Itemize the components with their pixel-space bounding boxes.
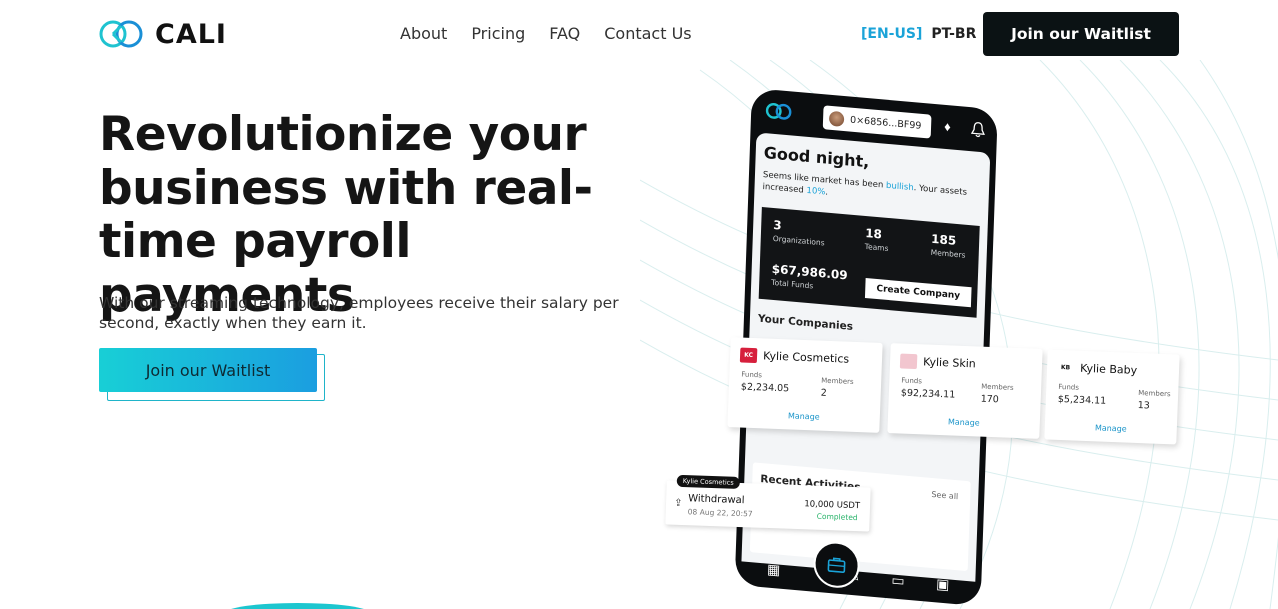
company-funds-label: Funds (741, 370, 763, 380)
see-all-link[interactable]: See all (931, 490, 958, 501)
activity-card[interactable]: Kylie Cosmetics ⇪ Withdrawal 08 Aug 22, … (665, 474, 871, 532)
app-logo-icon (765, 102, 792, 120)
stat-teams: 18 Teams (865, 226, 890, 253)
market-trend: bullish (885, 180, 914, 194)
activity-type: Withdrawal (688, 493, 745, 507)
company-funds-label: Funds (1058, 382, 1080, 392)
company-funds: $5,234.11 (1057, 393, 1107, 407)
manage-link[interactable]: Manage (1045, 421, 1177, 435)
card-icon[interactable]: ▣ (936, 575, 950, 593)
company-name: Kylie Baby (1079, 361, 1138, 377)
company-members-label: Members (981, 382, 1014, 392)
stats-panel: 3 Organizations 18 Teams 185 Members $67… (758, 206, 980, 318)
company-card[interactable]: KB Kylie Baby Funds $5,234.11 Members 13… (1044, 349, 1180, 445)
main-nav: About Pricing FAQ Contact Us (400, 24, 692, 43)
logo[interactable]: CALI (99, 18, 227, 50)
nav-pricing[interactable]: Pricing (471, 24, 525, 43)
company-card[interactable]: Kylie Skin Funds $92,234.11 Members 170 … (887, 343, 1043, 439)
teams-label: Teams (864, 241, 889, 253)
hero-waitlist-button[interactable]: Join our Waitlist (99, 348, 317, 392)
cali-logo-icon (99, 20, 143, 48)
company-funds: $2,234.05 (740, 381, 790, 395)
greeting: Good night, (763, 143, 870, 172)
company-name: Kylie Skin (922, 355, 976, 371)
lang-en-us[interactable]: [EN-US] (861, 26, 922, 42)
company-members: 2 (820, 387, 827, 399)
company-logo (899, 353, 918, 370)
company-members: 13 (1137, 399, 1150, 412)
hero-title: Revolutionize your business with real-ti… (99, 107, 593, 323)
members-label: Members (930, 247, 966, 260)
company-name: Kylie Cosmetics (762, 349, 850, 366)
decorative-arc (225, 603, 370, 609)
teams-count: 18 (864, 225, 883, 242)
wallet-address: 0×6856...BF99 (849, 114, 922, 132)
hero-cta: Join our Waitlist (99, 348, 325, 401)
stat-total-funds: $67,986.09 Total Funds (771, 262, 848, 294)
manage-link[interactable]: Manage (888, 415, 1040, 430)
stat-organizations: 3 Organizations (773, 218, 826, 247)
your-companies-title: Your Companies (757, 312, 854, 333)
avatar (828, 110, 845, 127)
market-end: . (825, 187, 829, 198)
wallet-address-chip[interactable]: 0×6856...BF99 (822, 105, 932, 139)
company-logo: KC (739, 347, 758, 364)
company-members: 170 (980, 393, 1000, 406)
company-logo: KB (1056, 359, 1075, 376)
members-count: 185 (930, 231, 957, 248)
stat-members: 185 Members (931, 232, 967, 260)
company-members-label: Members (821, 376, 854, 386)
hero-subtitle: With our streaming technology, employees… (99, 294, 619, 332)
header-waitlist-button[interactable]: Join our Waitlist (983, 12, 1179, 56)
language-switcher: [EN-US] PT-BR (861, 26, 976, 42)
company-funds: $92,234.11 (900, 387, 956, 401)
folder-icon[interactable]: ▭ (891, 571, 905, 589)
nav-about[interactable]: About (400, 24, 447, 43)
activity-status: Completed (816, 511, 858, 523)
manage-link[interactable]: Manage (728, 409, 880, 424)
market-percent: 10% (806, 185, 826, 198)
activity-date: 08 Aug 22, 20:57 (687, 507, 753, 519)
create-company-button[interactable]: Create Company (864, 278, 972, 308)
lang-pt-br[interactable]: PT-BR (931, 26, 976, 42)
company-funds-label: Funds (901, 376, 923, 386)
briefcase-icon (827, 557, 846, 574)
company-members-label: Members (1138, 389, 1171, 399)
bell-icon[interactable] (970, 121, 986, 138)
grid-icon[interactable]: ▦ (767, 560, 781, 578)
ethereum-icon[interactable]: ♦ (944, 119, 951, 135)
company-card[interactable]: KC Kylie Cosmetics Funds $2,234.05 Membe… (727, 337, 883, 433)
activity-amount: 10,000 USDT (804, 499, 861, 512)
withdraw-icon: ⇪ (673, 497, 683, 510)
nav-faq[interactable]: FAQ (549, 24, 580, 43)
market-message: Seems like market has been bullish. Your… (762, 169, 981, 212)
nav-contact[interactable]: Contact Us (604, 24, 691, 43)
activity-company-tag: Kylie Cosmetics (676, 474, 740, 489)
organizations-label: Organizations (772, 233, 825, 248)
brand-name: CALI (155, 18, 227, 50)
